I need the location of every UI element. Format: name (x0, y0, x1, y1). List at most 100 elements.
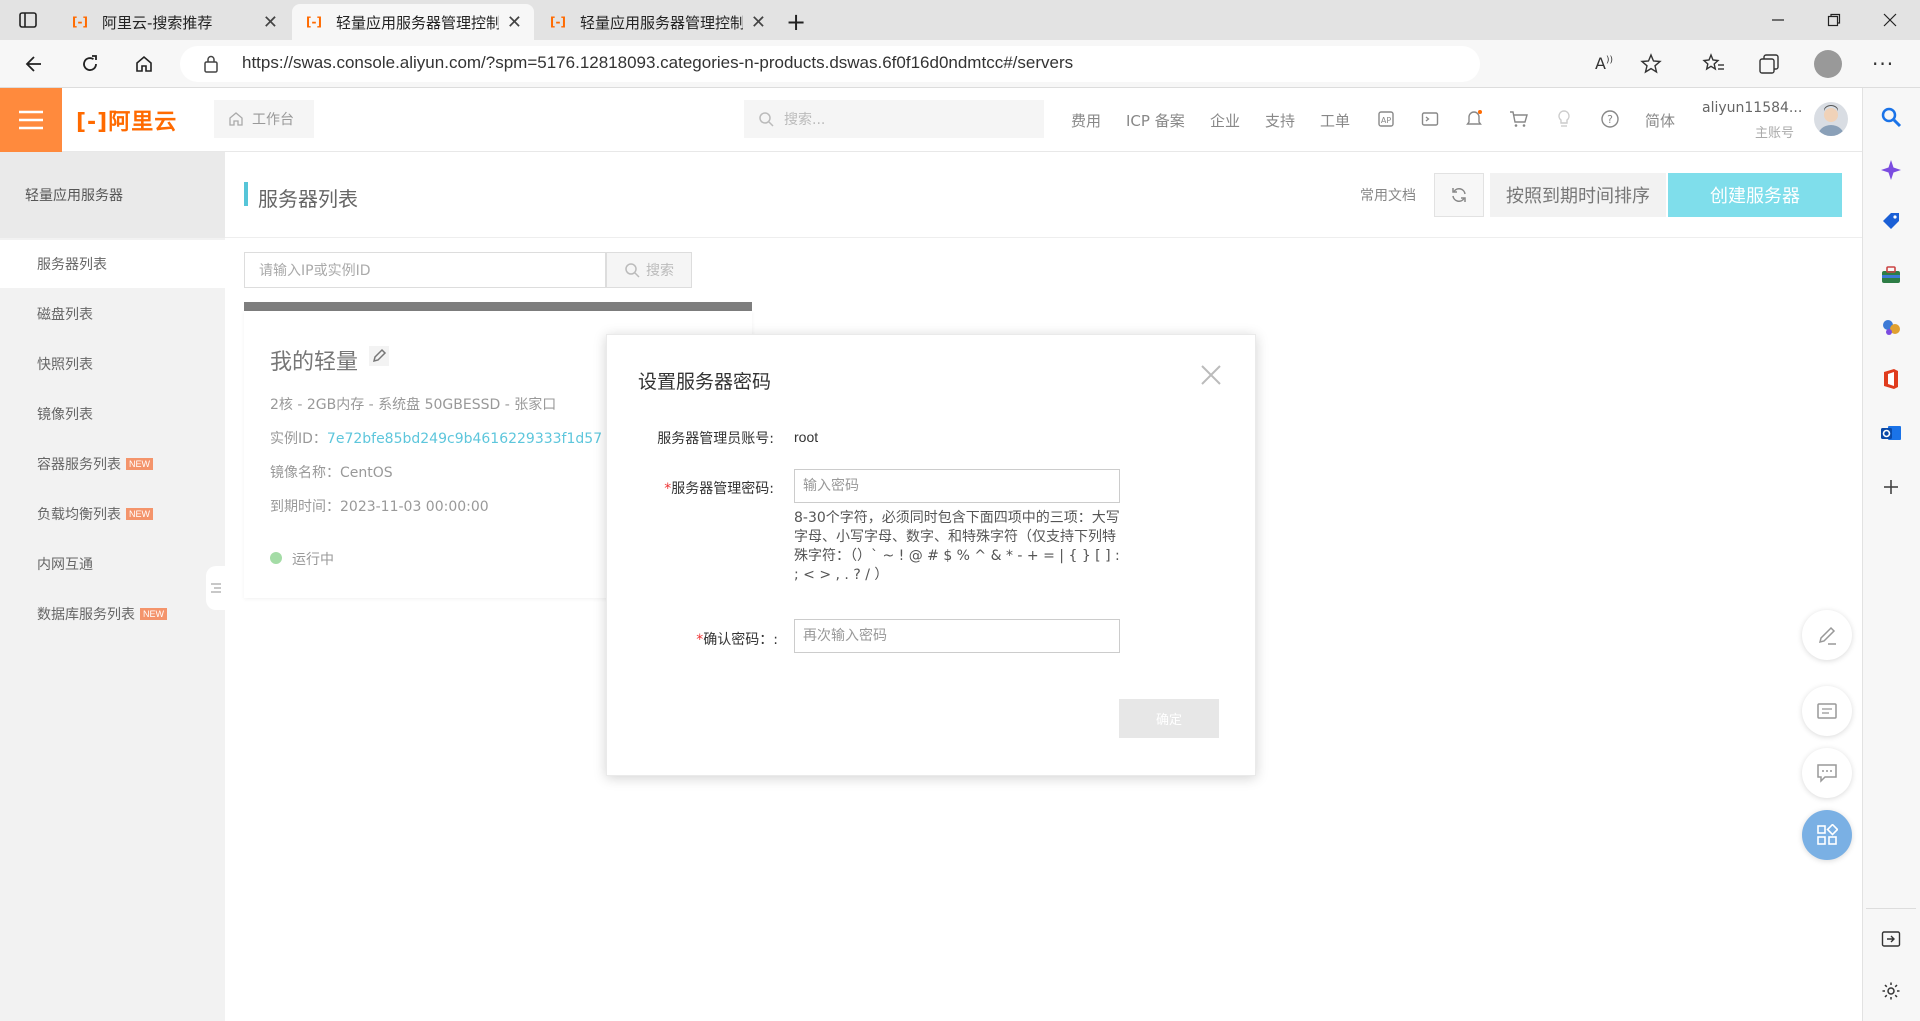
password-input[interactable] (794, 469, 1120, 503)
card-top-bar (244, 302, 752, 311)
console-search[interactable]: 搜索... (744, 100, 1044, 138)
cart-icon[interactable] (1508, 108, 1530, 130)
browser-tab-2-active[interactable]: [-] 轻量应用服务器管理控制台 ✕ (292, 4, 534, 40)
menu-icon[interactable] (0, 88, 62, 152)
account-name[interactable]: aliyun11584... (1702, 100, 1802, 116)
sidebar-item-images[interactable]: 镜像列表 (0, 390, 225, 438)
sidebar-item-servers[interactable]: 服务器列表 (0, 240, 225, 288)
close-tab-icon[interactable]: ✕ (263, 12, 278, 33)
app-icon[interactable]: AP (1375, 108, 1397, 130)
topnav-support[interactable]: 支持 (1265, 110, 1295, 131)
image-row: 镜像名称：CentOS (270, 462, 393, 482)
chat-button[interactable] (1802, 748, 1852, 798)
sidebar-collapse-handle[interactable] (206, 566, 226, 610)
title-accent-bar (244, 182, 248, 206)
instance-id-link[interactable]: 7e72bfe85bd249c9b4616229333f1d57 (327, 431, 602, 447)
games-icon[interactable] (1878, 314, 1904, 340)
collections-icon[interactable] (1758, 53, 1780, 75)
avatar[interactable] (1814, 102, 1848, 136)
aliyun-favicon-icon: [-] (306, 15, 322, 29)
more-icon[interactable]: ··· (1872, 52, 1894, 76)
feedback-edit-button[interactable] (1802, 610, 1852, 660)
status-text: 运行中 (292, 552, 334, 568)
instance-id-row: 实例ID：7e72bfe85bd249c9b4616229333f1d57 (270, 428, 602, 448)
expire-row: 到期时间：2023-11-03 00:00:00 (270, 496, 489, 516)
notification-bell-icon[interactable] (1463, 108, 1485, 130)
docs-link[interactable]: 常用文档 (1360, 185, 1416, 205)
sidebar-item-load-balancers[interactable]: 负载均衡列表 NEW (0, 490, 225, 538)
close-window-icon[interactable] (1862, 0, 1918, 40)
confirm-password-input[interactable] (794, 619, 1120, 653)
grid-icon (1817, 824, 1838, 845)
page-title: 服务器列表 (258, 187, 358, 211)
sidebar-item-containers[interactable]: 容器服务列表 NEW (0, 440, 225, 488)
new-badge: NEW (140, 608, 167, 620)
favorites-icon[interactable] (1702, 53, 1726, 75)
language-switch[interactable]: 简体 (1645, 110, 1675, 131)
tab-title: 轻量应用服务器管理控制台 (580, 13, 743, 32)
minimize-icon[interactable] (1750, 0, 1806, 40)
shopping-tag-icon[interactable] (1878, 208, 1904, 234)
sidebar-item-snapshots[interactable]: 快照列表 (0, 340, 225, 388)
new-tab-icon[interactable]: + (786, 8, 806, 36)
docs-button[interactable] (1802, 686, 1852, 736)
tools-briefcase-icon[interactable] (1878, 262, 1904, 288)
confirm-label-text: 确认密码：: (703, 632, 778, 648)
password-label: *服务器管理密码: (640, 478, 774, 498)
home-icon[interactable] (128, 48, 160, 80)
terminal-icon[interactable] (1419, 108, 1441, 130)
outlook-icon[interactable] (1878, 420, 1904, 446)
tab-title: 轻量应用服务器管理控制台 (336, 13, 499, 32)
refresh-icon[interactable] (74, 48, 106, 80)
sidebar-item-intranet[interactable]: 内网互通 (0, 540, 225, 588)
read-aloud-icon[interactable]: A)) (1595, 54, 1613, 73)
confirm-button[interactable]: 确定 (1119, 699, 1219, 738)
lightbulb-icon[interactable] (1553, 108, 1575, 130)
sidebar-item-disks[interactable]: 磁盘列表 (0, 290, 225, 338)
topnav-enterprise[interactable]: 企业 (1210, 110, 1240, 131)
office-icon[interactable] (1878, 366, 1904, 392)
aliyun-favicon-icon: [-] (72, 15, 88, 29)
sidebar-item-label: 磁盘列表 (37, 307, 93, 323)
favorite-add-icon[interactable] (1640, 53, 1662, 75)
topnav-ticket[interactable]: 工单 (1320, 110, 1350, 131)
lock-icon[interactable] (202, 54, 220, 74)
close-tab-icon[interactable]: ✕ (507, 12, 522, 33)
browser-tab-3[interactable]: [-] 轻量应用服务器管理控制台 ✕ (536, 4, 778, 40)
apps-button[interactable] (1802, 810, 1852, 860)
hide-sidebar-icon[interactable] (1878, 926, 1904, 952)
add-sidebar-app-icon[interactable] (1878, 474, 1904, 500)
search-button[interactable]: 搜索 (606, 252, 692, 288)
edit-name-icon[interactable] (368, 345, 390, 367)
topnav-fees[interactable]: 费用 (1071, 110, 1101, 131)
settings-gear-icon[interactable] (1878, 978, 1904, 1004)
aliyun-favicon-icon: [-] (550, 15, 566, 29)
create-server-button[interactable]: 创建服务器 (1668, 173, 1842, 217)
account-role: 主账号 (1755, 126, 1795, 141)
password-hint: 8-30个字符，必须同时包含下面四项中的三项：大写字母、小写字母、数字、和特殊字… (794, 510, 1120, 583)
sidebar-item-databases[interactable]: 数据库服务列表 NEW (0, 590, 225, 638)
sidebar-item-label: 快照列表 (37, 357, 93, 373)
status-dot (270, 552, 282, 564)
tab-title: 阿里云-搜索推荐 (102, 13, 213, 32)
aliyun-logo[interactable]: [-]阿里云 (76, 104, 177, 136)
refresh-button[interactable] (1434, 173, 1484, 217)
home-icon (229, 112, 243, 126)
sort-by-expiry-button[interactable]: 按照到期时间排序 (1490, 173, 1666, 217)
close-tab-icon[interactable]: ✕ (751, 12, 766, 33)
topnav-icp[interactable]: ICP 备案 (1126, 110, 1185, 131)
workbench-button[interactable]: 工作台 (214, 100, 314, 138)
close-icon[interactable] (1198, 362, 1224, 388)
tab-actions-icon[interactable] (18, 10, 38, 30)
pencil-icon (1818, 626, 1836, 645)
profile-icon[interactable] (1814, 50, 1842, 78)
ip-instance-search-input[interactable]: 请输入IP或实例ID (244, 252, 606, 288)
restore-icon[interactable] (1806, 0, 1862, 40)
password-label-text: 服务器管理密码: (671, 481, 774, 497)
back-icon[interactable] (18, 48, 50, 80)
search-icon[interactable] (1878, 104, 1904, 130)
browser-tab-1[interactable]: [-] 阿里云-搜索推荐 ✕ (58, 4, 290, 40)
help-icon[interactable]: ? (1599, 108, 1621, 130)
url-text[interactable]: https://swas.console.aliyun.com/?spm=517… (242, 53, 1073, 73)
copilot-sparkle-icon[interactable] (1878, 157, 1904, 183)
